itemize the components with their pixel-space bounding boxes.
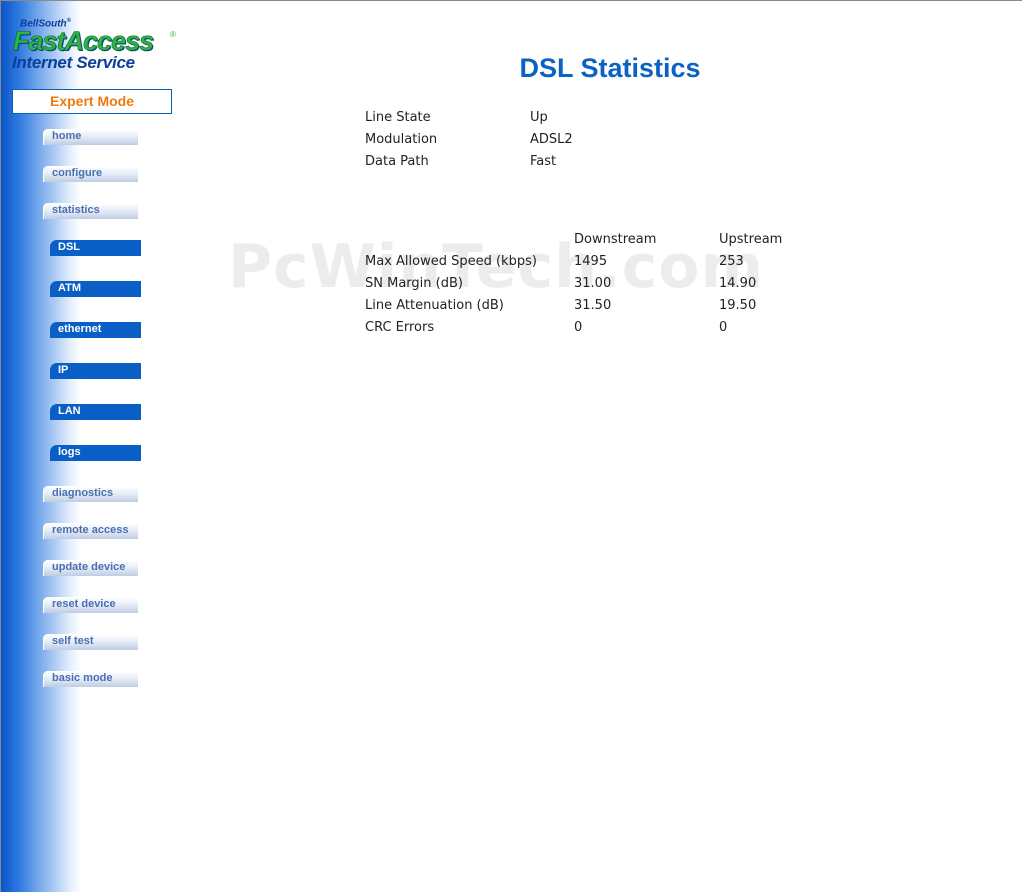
nav-configure[interactable]: configure	[43, 166, 138, 182]
fastaccess-logo: BellSouth® FastAccess ® Internet Service	[12, 16, 182, 74]
nav-remote-access-label: remote access	[52, 524, 129, 536]
downstream-header: Downstream	[574, 232, 657, 247]
nav-basic-mode-label: basic mode	[52, 672, 113, 684]
stats-row-downstream: 1495	[574, 254, 608, 269]
window-border-top	[0, 0, 1022, 1]
stats-row-label: Max Allowed Speed (kbps)	[365, 254, 537, 269]
stats-row-label: CRC Errors	[365, 320, 435, 335]
nav-sub-ethernet[interactable]: ethernet	[50, 322, 141, 338]
nav-home-label: home	[52, 130, 82, 142]
nav-self-test-label: self test	[52, 635, 94, 647]
modulation-value: ADSL2	[530, 132, 573, 147]
nav-sub-logs[interactable]: logs	[50, 445, 141, 461]
nav-sub-atm[interactable]: ATM	[50, 281, 141, 297]
nav-update-device[interactable]: update device	[43, 560, 138, 576]
nav-sub-dsl[interactable]: DSL	[50, 240, 141, 256]
nav-update-device-label: update device	[52, 561, 126, 573]
nav-statistics-label: statistics	[52, 204, 100, 216]
nav-diagnostics-label: diagnostics	[52, 487, 114, 499]
stats-row-upstream: 253	[719, 254, 744, 269]
nav-sub-lan[interactable]: LAN	[50, 404, 141, 420]
upstream-header: Upstream	[719, 232, 783, 247]
nav-diagnostics[interactable]: diagnostics	[43, 486, 138, 502]
nav-sub-ip-label: IP	[58, 364, 69, 376]
stats-row-upstream: 14.90	[719, 276, 757, 291]
nav-sub-dsl-label: DSL	[58, 241, 80, 253]
data-path-label: Data Path	[365, 154, 429, 169]
nav-reset-device-label: reset device	[52, 598, 116, 610]
stats-row-upstream: 19.50	[719, 298, 757, 313]
nav-sub-lan-label: LAN	[58, 405, 81, 417]
stats-row-downstream: 31.50	[574, 298, 612, 313]
nav-remote-access[interactable]: remote access	[43, 523, 138, 539]
line-state-value: Up	[530, 110, 548, 125]
stats-row-upstream: 0	[719, 320, 728, 335]
expert-mode-label: Expert Mode	[12, 89, 172, 114]
logo-internet-service-text: Internet Service	[12, 53, 135, 72]
page-title: DSL Statistics	[519, 53, 701, 83]
nav-sub-logs-label: logs	[58, 446, 81, 458]
stats-row-downstream: 0	[574, 320, 583, 335]
modulation-label: Modulation	[365, 132, 438, 147]
nav-sub-atm-label: ATM	[58, 282, 82, 294]
line-state-label: Line State	[365, 110, 431, 125]
nav-basic-mode[interactable]: basic mode	[43, 671, 138, 687]
nav-home[interactable]: home	[43, 129, 138, 145]
nav-configure-label: configure	[52, 167, 103, 179]
nav-sub-ethernet-label: ethernet	[58, 323, 102, 335]
nav-reset-device[interactable]: reset device	[43, 597, 138, 613]
nav-statistics[interactable]: statistics	[43, 203, 138, 219]
data-path-value: Fast	[530, 154, 557, 169]
nav-sub-ip[interactable]: IP	[50, 363, 141, 379]
stats-row-label: SN Margin (dB)	[365, 276, 463, 291]
nav-self-test[interactable]: self test	[43, 634, 138, 650]
stats-row-label: Line Attenuation (dB)	[365, 298, 504, 313]
stats-row-downstream: 31.00	[574, 276, 612, 291]
logo-registered-mark: ®	[170, 30, 176, 39]
